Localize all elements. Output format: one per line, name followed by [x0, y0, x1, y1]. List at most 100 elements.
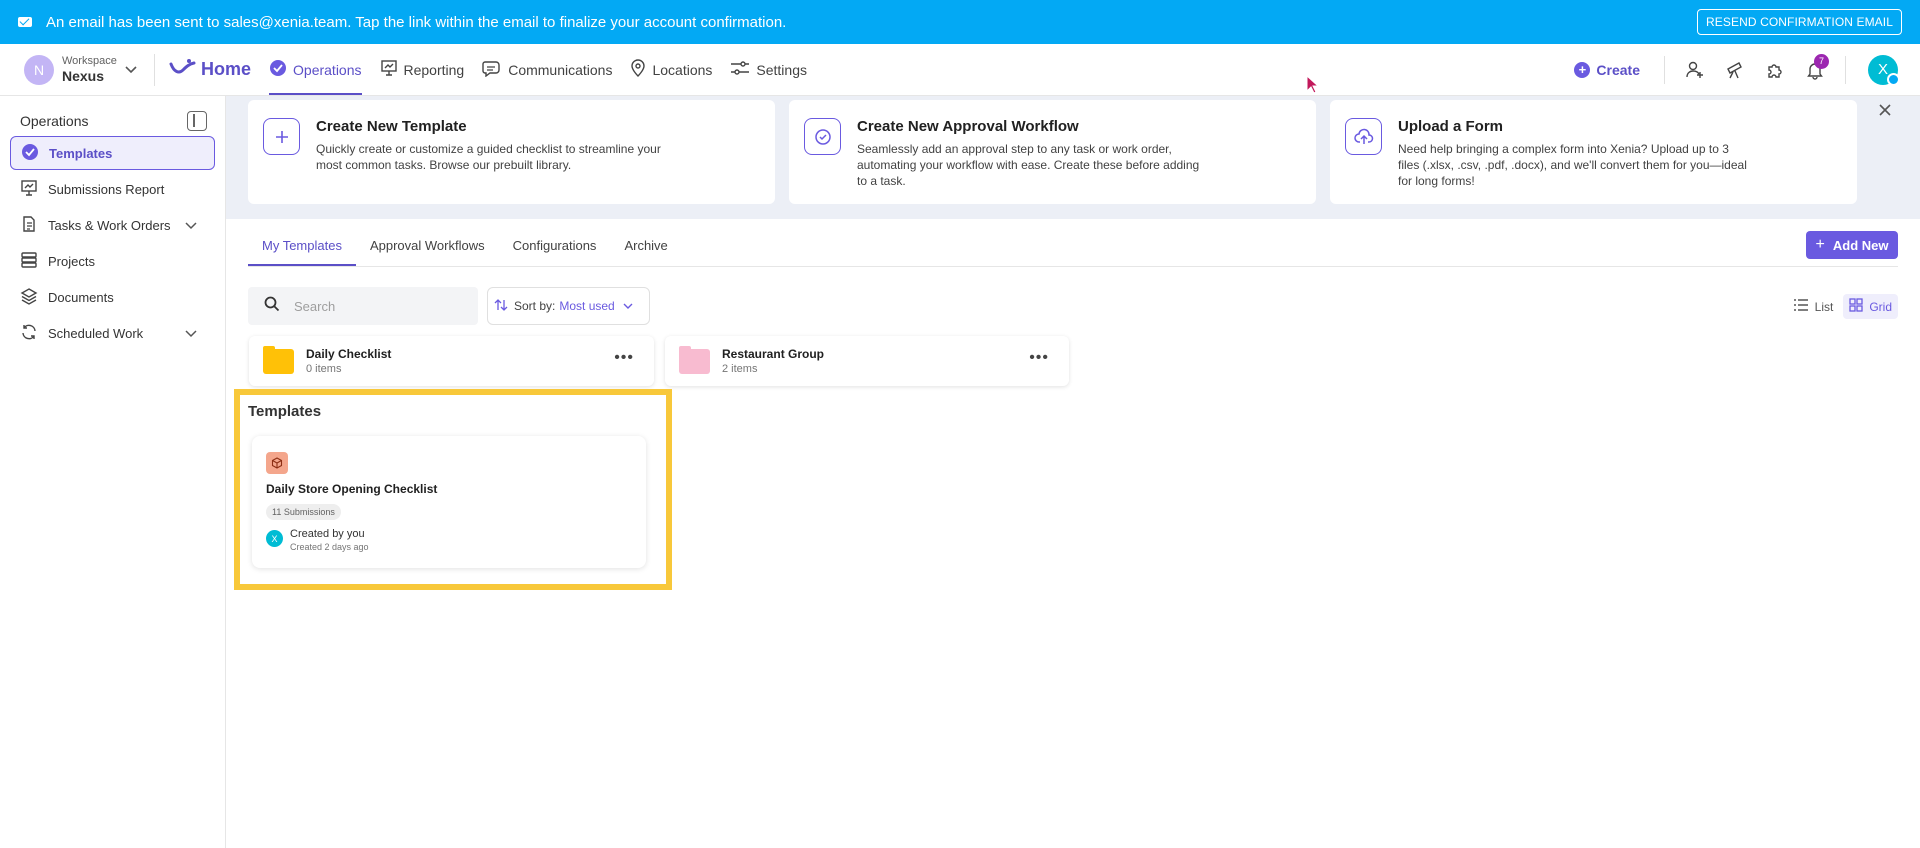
presentation-chart-icon: [380, 59, 404, 80]
user-avatar[interactable]: X: [1868, 54, 1900, 86]
more-options-icon[interactable]: •••: [1029, 350, 1049, 366]
sidebar-header: Operations: [0, 96, 225, 134]
grid-label: Grid: [1869, 299, 1892, 314]
bell-icon[interactable]: 7: [1795, 50, 1835, 90]
nav-communications[interactable]: Communications: [482, 44, 612, 95]
sidebar-item-projects[interactable]: Projects: [10, 244, 215, 278]
home-label: Home: [201, 59, 252, 79]
sidebar-item-label: Documents: [48, 289, 114, 305]
home-link[interactable]: Home: [169, 58, 251, 81]
nav-operations[interactable]: Operations: [269, 44, 362, 95]
more-options-icon[interactable]: •••: [614, 350, 634, 366]
sidebar-item-templates[interactable]: Templates: [10, 136, 215, 170]
nav-communications-label: Communications: [508, 61, 613, 78]
sliders-icon: [730, 60, 756, 79]
template-card[interactable]: Daily Store Opening Checklist 11 Submiss…: [252, 436, 646, 568]
telescope-icon[interactable]: [1715, 50, 1755, 90]
created-at: Created 2 days ago: [290, 542, 369, 552]
plus-icon: +: [1574, 61, 1591, 78]
nav-locations-label: Locations: [652, 61, 713, 78]
grid-icon: [1849, 298, 1869, 315]
check-badge-icon: [804, 118, 841, 155]
chevron-down-icon[interactable]: [185, 218, 207, 233]
document-icon: [20, 215, 48, 236]
list-label: List: [1814, 299, 1834, 314]
nav-reporting[interactable]: Reporting: [380, 44, 465, 95]
tab-archive[interactable]: Archive: [610, 232, 681, 266]
create-approval-workflow-card[interactable]: Create New Approval Workflow Seamlessly …: [789, 100, 1316, 204]
created-by: Created by you: [290, 528, 365, 540]
main-content: Create New Template Quickly create or cu…: [226, 96, 1920, 848]
xenia-logo-icon: [169, 58, 201, 81]
workspace-switcher[interactable]: N Workspace Nexus: [0, 44, 148, 95]
nav-reporting-label: Reporting: [403, 61, 465, 78]
plus-icon: [263, 118, 300, 155]
creator-avatar: X: [266, 530, 283, 547]
card-description: Seamlessly add an approval step to any t…: [857, 142, 1200, 188]
tab-approval-workflows[interactable]: Approval Workflows: [356, 232, 499, 266]
sidebar-item-submissions-report[interactable]: Submissions Report: [10, 172, 215, 206]
search-input[interactable]: [294, 298, 444, 314]
sidebar: Operations Templates Submissions Report …: [0, 96, 226, 848]
sidebar-item-label: Tasks & Work Orders: [48, 217, 171, 233]
chat-bubble-icon: [482, 59, 508, 80]
sort-value: Most used: [559, 299, 615, 313]
view-toggle: List Grid: [1783, 294, 1898, 319]
close-icon[interactable]: [1878, 101, 1892, 122]
sidebar-item-label: Projects: [48, 253, 95, 269]
folder-count: 2 items: [722, 363, 758, 375]
divider: [1845, 55, 1846, 84]
folder-count: 0 items: [306, 363, 342, 375]
search-box: [248, 287, 478, 325]
sidebar-item-documents[interactable]: Documents: [10, 280, 215, 314]
sort-dropdown[interactable]: Sort by: Most used: [487, 287, 650, 325]
sidebar-item-tasks-work-orders[interactable]: Tasks & Work Orders: [10, 208, 215, 242]
collapse-sidebar-icon[interactable]: [187, 111, 207, 131]
banner-message: An email has been sent to sales@xenia.te…: [46, 13, 787, 31]
templates-heading: Templates: [248, 403, 322, 420]
check-circle-icon: [269, 59, 293, 80]
template-box-icon: [266, 452, 288, 474]
folder-card[interactable]: Restaurant Group 2 items •••: [665, 336, 1069, 386]
folder-name: Daily Checklist: [306, 347, 392, 361]
layers-icon: [20, 287, 48, 308]
sidebar-item-scheduled-work[interactable]: Scheduled Work: [10, 316, 215, 350]
promo-cards-section: Create New Template Quickly create or cu…: [226, 96, 1920, 219]
add-new-button[interactable]: + Add New: [1806, 231, 1898, 259]
nav-operations-label: Operations: [293, 61, 362, 78]
divider: [1664, 55, 1665, 84]
tab-configurations[interactable]: Configurations: [499, 232, 611, 266]
grid-view-button[interactable]: Grid: [1843, 294, 1898, 319]
sidebar-item-label: Templates: [49, 145, 113, 161]
nav-settings-label: Settings: [756, 61, 807, 78]
list-icon: [1793, 298, 1815, 315]
map-pin-icon: [630, 59, 652, 80]
chevron-down-icon: [623, 299, 639, 313]
nav-locations[interactable]: Locations: [630, 44, 712, 95]
workspace-name: Nexus: [62, 68, 105, 84]
sort-arrows-icon: [494, 298, 514, 315]
mouse-cursor-icon: [1306, 75, 1320, 94]
recurring-icon: [20, 323, 48, 344]
upload-form-card[interactable]: Upload a Form Need help bringing a compl…: [1330, 100, 1857, 204]
puzzle-icon[interactable]: [1755, 50, 1795, 90]
card-title: Upload a Form: [1398, 118, 1504, 135]
plus-icon: +: [1815, 236, 1825, 253]
chevron-down-icon: [125, 63, 137, 77]
nav-settings[interactable]: Settings: [730, 44, 807, 95]
sort-label: Sort by:: [514, 299, 556, 313]
chevron-down-icon[interactable]: [185, 326, 207, 341]
add-user-icon[interactable]: [1675, 50, 1715, 90]
create-template-card[interactable]: Create New Template Quickly create or cu…: [248, 100, 775, 204]
nav-actions: + Create 7 X: [1574, 44, 1920, 95]
sidebar-item-label: Submissions Report: [48, 181, 165, 197]
stack-icon: [20, 251, 48, 272]
template-tabs: My Templates Approval Workflows Configur…: [248, 232, 682, 266]
sidebar-item-label: Scheduled Work: [48, 325, 144, 341]
folder-card[interactable]: Daily Checklist 0 items •••: [249, 336, 654, 386]
tab-my-templates[interactable]: My Templates: [248, 232, 356, 266]
create-button[interactable]: + Create: [1574, 61, 1640, 78]
list-view-button[interactable]: List: [1787, 294, 1840, 319]
search-icon: [264, 296, 280, 317]
resend-confirmation-button[interactable]: RESEND CONFIRMATION EMAIL: [1697, 9, 1902, 35]
